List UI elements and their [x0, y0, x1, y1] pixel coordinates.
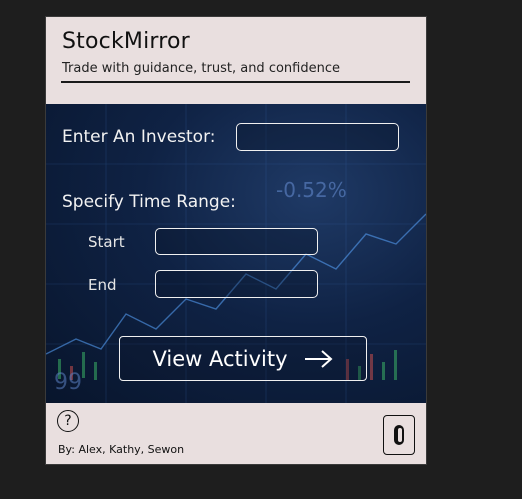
app-header: StockMirror Trade with guidance, trust, … [46, 17, 426, 104]
ticker-text: -0.52% [276, 178, 347, 202]
search-panel: -0.52% 99 Enter An Investor: Specify Tim… [46, 104, 426, 403]
help-button[interactable]: ? [57, 410, 79, 432]
app-card: StockMirror Trade with guidance, trust, … [45, 16, 427, 465]
time-range-label: Specify Time Range: [62, 192, 236, 212]
question-circle-icon: ? [64, 413, 72, 429]
view-activity-label: View Activity [152, 346, 288, 371]
app-footer: ? By: Alex, Kathy, Sewon [46, 403, 426, 464]
end-label: End [88, 276, 117, 294]
view-activity-button[interactable]: View Activity [119, 336, 367, 381]
investor-label: Enter An Investor: [62, 127, 216, 147]
app-title: StockMirror [62, 29, 190, 54]
start-date-input[interactable] [155, 228, 318, 255]
investor-input[interactable] [236, 123, 399, 151]
toggle-button[interactable] [383, 415, 415, 455]
app-tagline: Trade with guidance, trust, and confiden… [62, 61, 340, 76]
header-divider [61, 81, 410, 83]
start-label: Start [88, 233, 125, 251]
arrow-right-icon [304, 349, 334, 369]
authors-credit: By: Alex, Kathy, Sewon [58, 443, 185, 456]
end-date-input[interactable] [155, 270, 318, 298]
ticker-number: 99 [54, 370, 82, 395]
toggle-switch-icon [394, 425, 404, 445]
